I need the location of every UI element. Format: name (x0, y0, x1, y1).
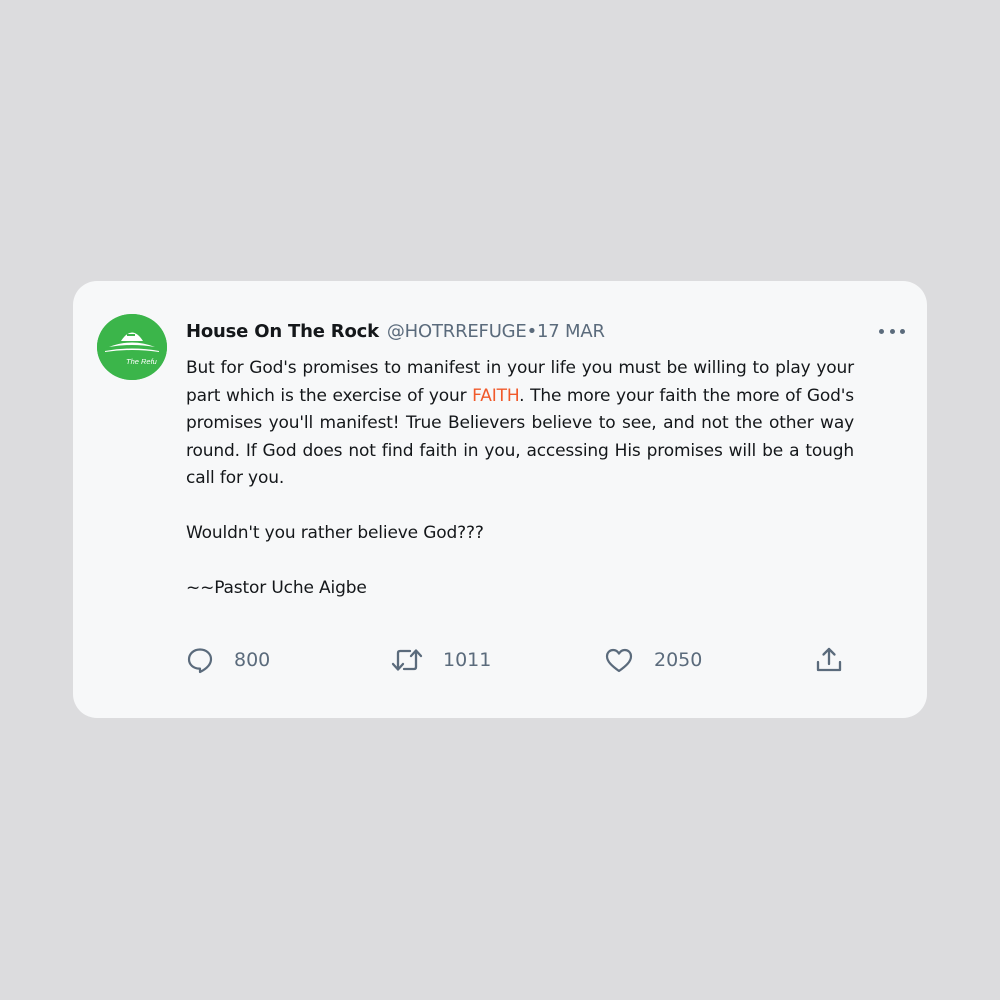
share-upload-icon (814, 645, 844, 675)
tweet-actions: 800 1011 2050 (186, 645, 846, 675)
highlight-word: FAITH (472, 385, 520, 406)
tweet-card[interactable]: The Refu House On The Rock @HOTRREFUGE •… (73, 281, 927, 718)
tweet-body: But for God's promises to manifest in yo… (186, 355, 854, 603)
share-button[interactable] (814, 645, 844, 675)
church-logo-icon: The Refu (97, 314, 167, 380)
retweet-button[interactable]: 1011 (391, 645, 491, 675)
retweet-count: 1011 (443, 649, 492, 671)
speech-bubble-icon (186, 646, 214, 674)
avatar-text: The Refu (126, 357, 158, 366)
reply-count: 800 (234, 649, 271, 671)
tweet-signature: ~~Pastor Uche Aigbe (186, 578, 367, 598)
reply-button[interactable]: 800 (186, 645, 270, 675)
like-button[interactable]: 2050 (604, 645, 702, 675)
user-handle[interactable]: @HOTRREFUGE (387, 321, 527, 342)
like-count: 2050 (654, 649, 703, 671)
heart-icon (604, 646, 634, 674)
date-separator: • (526, 320, 538, 342)
tweet-date[interactable]: 17 MAR (537, 321, 605, 342)
display-name[interactable]: House On The Rock (186, 321, 379, 342)
more-horizontal-icon (879, 328, 884, 334)
tweet-header: House On The Rock @HOTRREFUGE • 17 MAR (186, 319, 605, 343)
tweet-paragraph: But for God's promises to manifest in yo… (186, 358, 854, 488)
avatar[interactable]: The Refu (97, 314, 167, 380)
more-options-button[interactable] (879, 319, 905, 343)
tweet-paragraph: Wouldn't you rather believe God??? (186, 523, 484, 543)
retweet-icon (391, 646, 423, 674)
